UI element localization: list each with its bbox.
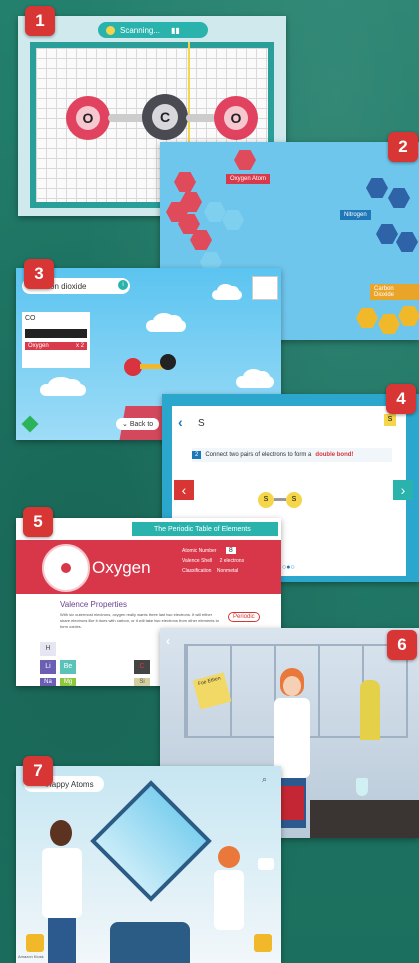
signal-bars-icon: ▮▮ (171, 25, 180, 35)
scan-status-text: Scanning... (120, 25, 161, 35)
back-arrow-icon[interactable]: ‹ (166, 634, 170, 648)
diamond-window[interactable] (90, 780, 212, 902)
badge-1: 1 (25, 6, 55, 36)
book-red[interactable] (280, 786, 304, 820)
tooltip-carbon: Carbon Dioxide (370, 284, 419, 300)
diamond-icon[interactable] (21, 415, 39, 433)
periodic-link-button[interactable]: Periodic (228, 612, 260, 622)
scan-icon (106, 25, 115, 35)
app-icon-left[interactable] (26, 934, 44, 952)
camera-icon[interactable] (258, 858, 274, 870)
scientist-left (40, 820, 84, 963)
tooltip-oxygen: Oxygen Atom (226, 174, 271, 184)
atom-c-center: C (142, 94, 188, 140)
thumbnail-card[interactable] (252, 276, 278, 300)
hex-tile[interactable] (366, 178, 388, 198)
formula-text: CO (25, 315, 36, 322)
pagination-dots[interactable]: ○●○ (282, 564, 295, 571)
element-stats: Atomic Number 8 Valence Shell 2 electron… (182, 547, 245, 574)
prev-button[interactable]: ‹ (174, 480, 194, 500)
hex-tile[interactable] (356, 308, 378, 328)
lab-table (310, 800, 419, 838)
atom-pair-diagram[interactable]: S S (252, 482, 316, 516)
element-atom-icon (42, 544, 90, 592)
hex-tile[interactable] (398, 306, 419, 326)
hex-tile[interactable] (378, 314, 400, 334)
badge-4: 4 (386, 384, 416, 414)
molecule-model[interactable] (124, 354, 180, 378)
hex-tile[interactable] (396, 232, 418, 252)
formula-card: CO Oxygen x 2 (22, 312, 90, 368)
bond-right (186, 114, 216, 122)
section-title: Valence Properties (60, 600, 127, 609)
element-chip: S (384, 414, 396, 426)
element-tile-li[interactable]: Li (40, 660, 56, 674)
pedestal[interactable] (110, 922, 190, 963)
badge-2: 2 (388, 132, 418, 162)
formula-row-dark (25, 329, 87, 338)
hex-tile[interactable] (376, 224, 398, 244)
element-tile-si[interactable]: Si (134, 678, 150, 686)
hex-tile[interactable] (174, 172, 196, 192)
next-button[interactable]: › (393, 480, 413, 500)
element-tile-mg[interactable]: Mg (60, 678, 76, 686)
instruction-row: 2 Connect two pairs of electrons to form… (192, 448, 392, 462)
plant-decoration (360, 680, 380, 740)
element-name: Oxygen (92, 558, 151, 577)
badge-3: 3 (24, 259, 54, 289)
badge-5: 5 (23, 507, 53, 537)
screen-happy-atoms: Happy Atoms ⌕ Amazon Kiosk (16, 766, 281, 963)
scientist-right (212, 846, 246, 963)
element-tile-c[interactable]: C (134, 660, 150, 674)
app-icon-right[interactable] (254, 934, 272, 952)
element-symbol: S (198, 418, 205, 429)
hex-tile[interactable] (388, 188, 410, 208)
cloud (40, 376, 86, 396)
pt-header: The Periodic Table of Elements (132, 522, 278, 536)
atom-o-right: O (214, 96, 258, 140)
caption-text: Amazon Kiosk (18, 954, 44, 959)
element-tile-h[interactable]: H (40, 642, 56, 656)
bond-left (108, 114, 146, 122)
cloud (212, 284, 242, 300)
atom-o-left: O (66, 96, 110, 140)
hex-tile[interactable] (234, 150, 256, 170)
search-icon[interactable]: ⌕ (262, 774, 267, 785)
back-to-button[interactable]: ⌄ Back to (116, 418, 160, 430)
info-badge-icon[interactable]: i (118, 280, 128, 290)
atomic-number: 8 (225, 547, 236, 554)
element-tile-be[interactable]: Be (60, 660, 76, 674)
instruction-highlight: double bond! (315, 452, 354, 458)
cloud (236, 368, 274, 388)
badge-7: 7 (23, 756, 53, 786)
badge-6: 6 (387, 630, 417, 660)
back-arrow-icon[interactable]: ‹ (178, 414, 183, 430)
element-tile-na[interactable]: Na (40, 678, 56, 686)
formula-row: Oxygen x 2 (25, 342, 87, 350)
step-number: 2 (192, 451, 202, 459)
scan-status-bar: Scanning... ▮▮ (98, 22, 208, 38)
cloud (146, 312, 186, 332)
flask-icon[interactable] (356, 778, 368, 796)
tooltip-nitrogen: Nitrogen (340, 210, 371, 220)
